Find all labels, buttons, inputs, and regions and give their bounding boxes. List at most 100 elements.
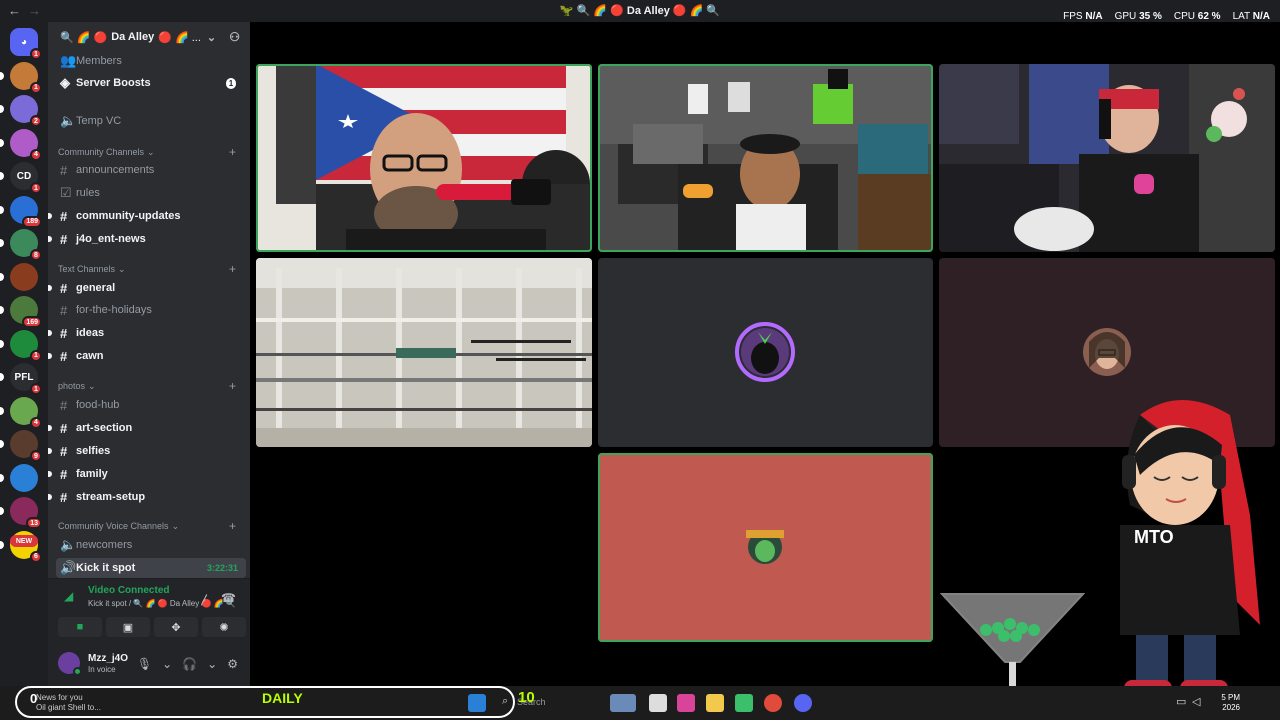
camera-button[interactable]: ■	[58, 617, 102, 637]
video-tile-participant-3[interactable]	[939, 64, 1275, 252]
boost-icon: ◈	[60, 75, 70, 90]
server-icon-7[interactable]	[10, 262, 38, 291]
windows-start-icon[interactable]	[468, 694, 486, 712]
server-icon-8[interactable]: 169	[10, 296, 42, 328]
channel-community-updates[interactable]: # community-updates	[56, 206, 246, 226]
add-channel-icon[interactable]: +	[229, 262, 236, 276]
category-photos[interactable]: photos ⌄ +	[58, 379, 240, 393]
members-label: Members	[76, 55, 122, 67]
members-channel[interactable]: 👥 Members	[56, 51, 246, 71]
disconnect-icon[interactable]: ☎	[221, 591, 236, 608]
server-icon-13[interactable]	[10, 463, 38, 492]
add-channel-icon[interactable]: +	[229, 145, 236, 159]
activities-button[interactable]: ✥	[154, 617, 198, 637]
file-explorer-icon[interactable]	[706, 694, 724, 712]
signal-icon[interactable]: ◢	[64, 589, 73, 603]
chevron-down-icon[interactable]: ⌄	[162, 657, 172, 671]
app-icon[interactable]	[735, 694, 753, 712]
channel-j4o-ent-news[interactable]: # j4o_ent-news	[56, 229, 246, 249]
server-icon-5[interactable]: 189	[10, 195, 42, 228]
video-tile-participant-1[interactable]	[256, 64, 592, 252]
add-channel-icon[interactable]: +	[229, 519, 236, 533]
category-text[interactable]: Text Channels ⌄ +	[58, 262, 240, 276]
unread-pill	[0, 339, 4, 348]
channel-for-the-holidays[interactable]: # for-the-holidays	[56, 300, 246, 320]
discord-home-icon[interactable]: ◕ 1	[10, 28, 42, 60]
server-badge: 4	[30, 416, 42, 429]
server-icon-11[interactable]: 4	[10, 396, 42, 429]
channel-food-hub[interactable]: # food-hub	[56, 395, 246, 415]
category-community[interactable]: Community Channels ⌄ +	[58, 145, 240, 159]
unread-pill	[0, 406, 4, 415]
fps-value: N/A	[1085, 11, 1103, 22]
category-community-label: Community Channels	[58, 147, 145, 157]
task-view-icon[interactable]	[649, 694, 667, 712]
hash-icon: #	[60, 443, 68, 459]
voice-channel-newcomers[interactable]: 🔈 newcomers	[56, 535, 246, 555]
channel-art-section[interactable]: # art-section	[56, 418, 246, 438]
server-icon-9[interactable]: 1	[10, 329, 42, 362]
channel-label: general	[76, 282, 116, 294]
server-icon-2[interactable]: 2	[10, 95, 42, 127]
server-icon-12[interactable]: 9	[10, 430, 42, 462]
discord-taskbar-icon[interactable]	[794, 694, 812, 712]
server-header[interactable]: 🔍 🌈 🔴 Da Alley 🔴 🌈 ... ⌄ ⚇	[48, 22, 250, 52]
username[interactable]: Mzz_j4O	[88, 653, 128, 664]
unread-pill	[0, 172, 4, 180]
channel-stream-setup[interactable]: # stream-setup	[56, 487, 246, 507]
channel-announcements[interactable]: # announcements	[56, 160, 246, 180]
channel-rules[interactable]: ☑ rules	[56, 183, 246, 203]
screen-share-button[interactable]: ▣	[106, 617, 150, 637]
channel-cawn[interactable]: # cawn	[56, 346, 246, 366]
cpu-label: CPU	[1173, 11, 1195, 22]
server-icon-3[interactable]: 4	[10, 128, 42, 161]
add-user-icon[interactable]: ⚇	[229, 30, 240, 44]
server-icon-1[interactable]: 1	[10, 61, 42, 94]
noise-suppression-icon[interactable]: 〳	[199, 591, 211, 608]
server-icon-6[interactable]: 8	[10, 229, 42, 261]
gear-icon[interactable]: ⚙	[227, 657, 238, 671]
video-tile-participant-2[interactable]	[598, 64, 933, 252]
chrome-icon[interactable]	[764, 694, 782, 712]
unread-pill	[0, 71, 4, 80]
daily-label: DAILY	[262, 690, 303, 706]
widgets-icon[interactable]	[610, 694, 636, 712]
server-icon-4[interactable]: CD 1	[10, 162, 42, 194]
channel-label: rules	[76, 187, 100, 199]
voice-connection-panel: ◢ Video Connected Kick it spot / 🔍 🌈 🔴 D…	[48, 578, 250, 644]
server-boosts-channel[interactable]: ◈ Server Boosts 1	[56, 73, 246, 93]
search-icon[interactable]: ⌕	[502, 695, 508, 708]
channel-family[interactable]: # family	[56, 464, 246, 484]
video-tile-participant-5[interactable]	[598, 258, 933, 447]
chevron-down-icon[interactable]: ⌄	[207, 31, 216, 44]
voice-status[interactable]: Video Connected	[88, 585, 170, 596]
avatar[interactable]	[58, 652, 82, 676]
channel-label: newcomers	[76, 539, 133, 551]
server-icon-14[interactable]: 13	[10, 497, 42, 529]
channel-ideas[interactable]: # ideas	[56, 323, 246, 343]
unread-pill	[0, 306, 4, 314]
channel-selfies[interactable]: # selfies	[56, 441, 246, 461]
volume-icon[interactable]: ◁	[1192, 695, 1200, 708]
headphones-icon[interactable]: 🎧	[182, 657, 197, 671]
temp-vc-label: Temp VC	[76, 115, 122, 127]
copilot-icon[interactable]	[677, 694, 695, 712]
video-tile-participant-4[interactable]	[256, 258, 592, 447]
channel-general[interactable]: # general	[56, 278, 246, 298]
server-initials: PFL	[14, 371, 34, 383]
voice-channel-temp-vc[interactable]: 🔈 Temp VC	[56, 111, 246, 131]
participant-avatar	[746, 530, 784, 564]
voice-channel-kick-it-spot[interactable]: 🔊 Kick it spot 3:22:31	[56, 558, 246, 578]
category-photos-label: photos	[58, 381, 86, 391]
unread-indicator	[48, 236, 52, 242]
news-widget[interactable]: News for you Oil giant Shell to...	[36, 693, 101, 713]
taskbar-clock[interactable]: 5 PM 2026	[1221, 693, 1240, 713]
soundboard-button[interactable]: ✺	[202, 617, 246, 637]
category-community-voice[interactable]: Community Voice Channels ⌄ +	[58, 519, 240, 533]
network-icon[interactable]: ▭	[1176, 695, 1186, 708]
chevron-down-icon[interactable]: ⌄	[207, 657, 217, 671]
add-channel-icon[interactable]: +	[229, 379, 236, 393]
video-tile-participant-7[interactable]	[598, 453, 933, 642]
server-icon-10[interactable]: PFL 1	[10, 363, 42, 395]
microphone-icon[interactable]: 🎙	[137, 657, 152, 671]
